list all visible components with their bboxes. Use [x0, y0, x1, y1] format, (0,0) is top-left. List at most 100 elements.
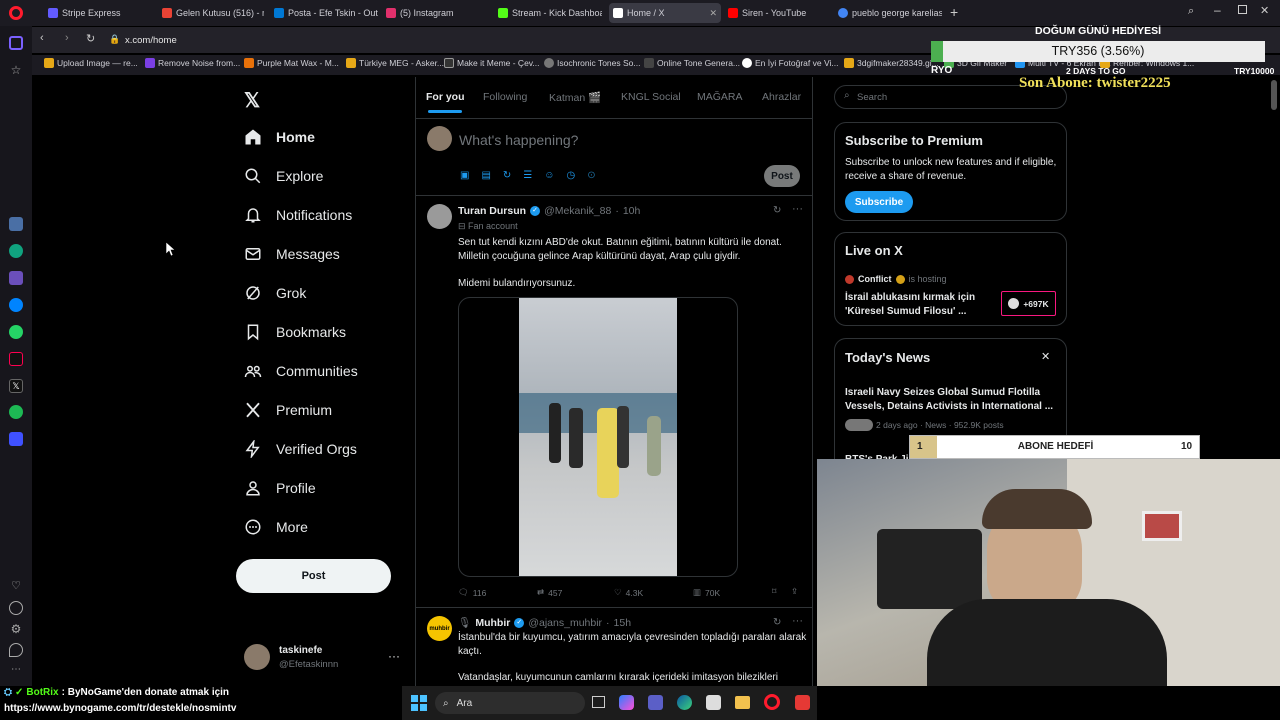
tweet-handle[interactable]: @ajans_muhbir [528, 617, 602, 629]
nav-bookmarks[interactable]: Bookmarks [244, 323, 346, 341]
repost-action[interactable]: ⇄ 457 [537, 587, 562, 598]
new-tab-icon[interactable]: + [950, 4, 958, 20]
tab-youtube[interactable]: Siren - YouTube [724, 3, 830, 23]
live-listeners[interactable]: +697K [1001, 291, 1056, 316]
tweet-author-name[interactable]: Muhbir [475, 617, 510, 629]
file-explorer-icon[interactable] [735, 696, 750, 709]
tab-gmail[interactable]: Gelen Kutusu (516) - nos [158, 3, 264, 23]
subscribe-button[interactable]: Subscribe [845, 191, 913, 213]
close-icon[interactable]: ✕ [709, 8, 721, 19]
tab-following[interactable]: Following [483, 91, 527, 103]
nav-profile[interactable]: Profile [244, 479, 316, 497]
task-view-icon[interactable] [592, 696, 605, 708]
spotify-icon[interactable] [9, 405, 23, 419]
opera-taskbar-icon[interactable] [764, 694, 780, 710]
tweet-video[interactable] [458, 297, 738, 577]
chatgpt-icon[interactable] [9, 244, 23, 258]
compose-post-button[interactable]: Post [764, 165, 800, 187]
tiktok-icon[interactable] [9, 352, 23, 366]
tweet-avatar[interactable] [427, 204, 452, 229]
tab-instagram[interactable]: (5) Instagram [382, 3, 488, 23]
live-text[interactable]: İsrail ablukasını kırmak için 'Küresel S… [845, 291, 995, 318]
x-logo-icon[interactable]: 𝕏 [244, 88, 260, 113]
windows-start-icon[interactable] [411, 695, 427, 711]
nav-notifications[interactable]: Notifications [244, 206, 352, 224]
tab-x-home[interactable]: Home / X ✕ [609, 3, 721, 23]
tweet-avatar[interactable]: muhbir [427, 616, 452, 641]
close-window-icon[interactable]: ✕ [1260, 4, 1269, 17]
bookmark-item[interactable]: Online Tone Genera... [644, 58, 740, 68]
copilot-icon[interactable] [619, 695, 634, 710]
tab-kick[interactable]: Stream - Kick Dashboard [494, 3, 602, 23]
messenger-icon[interactable] [9, 298, 23, 312]
edge-icon[interactable] [677, 695, 692, 710]
gif-icon[interactable]: ▤ [481, 170, 490, 181]
aria-icon[interactable] [9, 217, 23, 231]
tweet-more-icon[interactable]: ··· [792, 203, 803, 215]
taskbar-search[interactable]: ⌕ Ara [435, 692, 585, 714]
image-icon[interactable]: ▣ [460, 170, 469, 181]
nav-premium[interactable]: Premium [244, 401, 332, 419]
tweet-time[interactable]: 15h [614, 617, 632, 629]
bookmark-item[interactable]: 3dgifmaker28349.gi... [844, 58, 939, 68]
bookmark-item[interactable]: Türkiye MEG - Asker... [346, 58, 444, 68]
nav-messages[interactable]: Messages [244, 245, 340, 263]
nav-more[interactable]: More [244, 518, 308, 536]
tips-icon[interactable] [9, 643, 23, 657]
history-icon[interactable] [9, 601, 23, 615]
forward-icon[interactable]: › [65, 32, 69, 44]
player-icon[interactable] [9, 432, 23, 446]
nav-grok[interactable]: Grok [244, 284, 306, 302]
tab-magara[interactable]: MAĞARA [697, 91, 743, 103]
views-action[interactable]: ▥ 70K [693, 587, 720, 598]
news-headline[interactable]: Israeli Navy Seizes Global Sumud Flotill… [845, 386, 1060, 413]
bookmark-item[interactable]: Purple Mat Wax - M... [244, 58, 339, 68]
tab-stripe[interactable]: Stripe Express [44, 3, 154, 23]
page-scrollbar[interactable] [1271, 80, 1277, 110]
maximize-icon[interactable] [1238, 5, 1247, 14]
account-menu-icon[interactable]: ··· [388, 649, 400, 663]
schedule-icon[interactable]: ◷ [566, 170, 575, 181]
nav-explore[interactable]: Explore [244, 167, 323, 185]
tweet-handle[interactable]: @Mekanik_88 [544, 205, 611, 217]
bookmark-item[interactable]: Isochronic Tones So... [544, 58, 640, 68]
tab-katman[interactable]: Katman 🎬 [549, 91, 601, 104]
search-tabs-icon[interactable]: ⌕ [1188, 5, 1194, 18]
live-host[interactable]: Conflict is hosting [845, 274, 947, 284]
nav-communities[interactable]: Communities [244, 362, 358, 380]
app-taskbar-icon[interactable] [795, 695, 810, 710]
bookmark-item[interactable]: Remove Noise from... [145, 58, 240, 68]
close-icon[interactable]: ✕ [1041, 350, 1050, 363]
bookmark-item[interactable]: Upload Image — re... [44, 58, 138, 68]
tab-google[interactable]: pueblo george karelias - G [834, 3, 942, 23]
app-icon[interactable] [9, 271, 23, 285]
share-action[interactable]: ⇪ [791, 586, 798, 597]
tweet-author-name[interactable]: Turan Dursun [458, 205, 526, 217]
avatar[interactable] [244, 644, 270, 670]
nav-verified-orgs[interactable]: Verified Orgs [244, 440, 357, 458]
grok-icon[interactable]: ↻ [773, 617, 781, 628]
account-name[interactable]: taskinefe [279, 645, 322, 656]
back-icon[interactable]: ‹ [40, 32, 44, 44]
x-sidebar-icon[interactable]: 𝕏 [9, 379, 23, 393]
location-icon[interactable]: ⊙ [587, 170, 595, 181]
store-icon[interactable] [706, 695, 721, 710]
post-button[interactable]: Post [236, 559, 391, 593]
tab-outlook[interactable]: Posta - Efe Tskin - Outlook [270, 3, 378, 23]
poll-icon[interactable]: ☰ [523, 170, 532, 181]
url-field[interactable]: x.com/home [125, 35, 177, 46]
star-icon[interactable]: ☆ [9, 63, 23, 77]
bookmark-item[interactable]: Make it Meme - Çev... [444, 58, 540, 68]
grok-icon[interactable]: ↻ [773, 205, 781, 216]
reply-action[interactable]: 🗨 116 [458, 587, 486, 598]
nav-home[interactable]: Home [244, 128, 315, 146]
tab-for-you[interactable]: For you [426, 91, 465, 103]
tweet-more-icon[interactable]: ··· [792, 615, 803, 627]
teams-icon[interactable] [648, 695, 663, 710]
tab-kngl-social[interactable]: KNGL Social [621, 91, 681, 103]
reload-icon[interactable]: ↻ [86, 32, 95, 45]
emoji-icon[interactable]: ☺ [544, 170, 554, 181]
compose-input[interactable]: What's happening? [459, 132, 578, 148]
bookmark-action[interactable]: ⌑ [772, 586, 776, 597]
tweet-time[interactable]: 10h [623, 205, 641, 217]
